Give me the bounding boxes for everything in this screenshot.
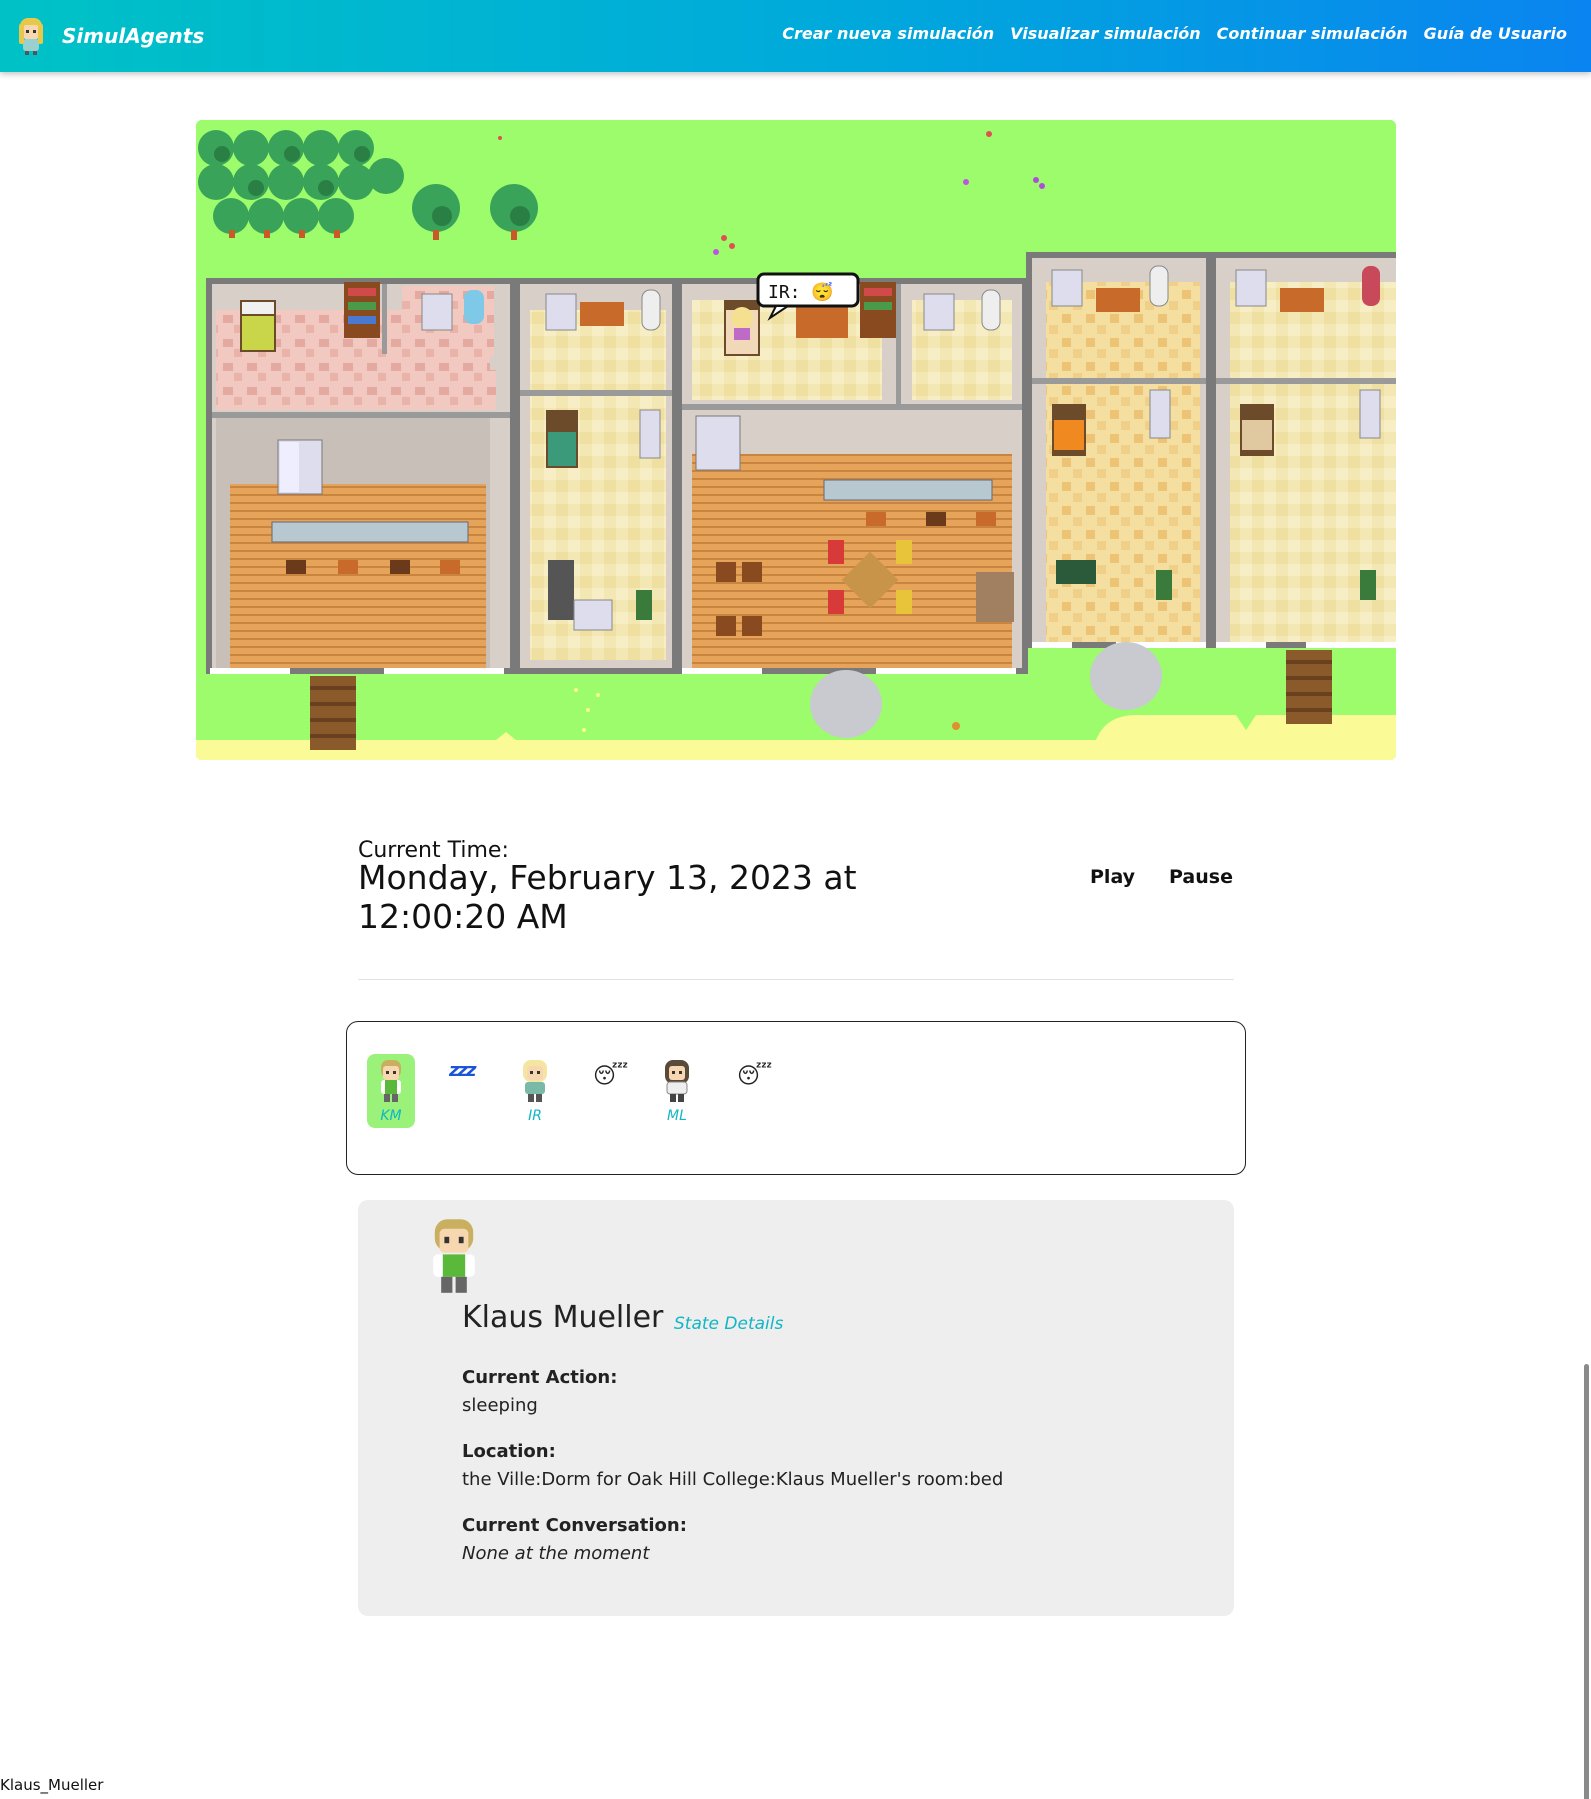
nav-link-guide[interactable]: Guía de Usuario — [1424, 24, 1567, 43]
building-1 — [206, 278, 516, 674]
brand-logo-icon — [19, 18, 43, 55]
detail-avatar-icon — [433, 1219, 475, 1293]
current-action-value: sleeping — [462, 1395, 538, 1416]
state-details-link[interactable]: State Details — [674, 1314, 783, 1334]
simulation-map[interactable]: IR: 😴 — [196, 120, 1396, 760]
brand[interactable]: SimulAgents — [14, 14, 204, 58]
nav-link-create[interactable]: Crear nueva simulación — [782, 24, 994, 43]
persona-detail-card: Klaus Mueller State Details Current Acti… — [358, 1200, 1234, 1616]
sleeping-emoji-icon: 😴 — [593, 1064, 629, 1089]
persona-initials: IR — [528, 1108, 542, 1124]
current-time: Current Time: Monday, February 13, 2023 … — [358, 838, 978, 936]
footer-persona-id: Klaus_Mueller — [0, 1776, 104, 1794]
sleeping-emoji-icon: 😴 — [737, 1064, 773, 1089]
persona-initials: KM — [380, 1108, 402, 1124]
scrollbar[interactable] — [1583, 72, 1591, 1799]
persona-km[interactable]: KM — [367, 1054, 415, 1128]
conversation-field: Current Conversation: None at the moment — [462, 1512, 687, 1568]
sleep-zzz-icon: zzz — [449, 1060, 476, 1081]
persona-list: KM zzz IR 😴 ML 😴 — [346, 1021, 1246, 1175]
current-action-label: Current Action: — [462, 1367, 618, 1388]
conversation-value: None at the moment — [462, 1543, 650, 1564]
location-value: the Ville:Dorm for Oak Hill College:Klau… — [462, 1469, 1004, 1490]
avatar-ml-icon — [665, 1060, 689, 1102]
map-canvas: IR: 😴 — [196, 120, 1396, 760]
persona-ir[interactable]: IR — [511, 1054, 559, 1128]
conversation-label: Current Conversation: — [462, 1515, 687, 1536]
building-4 — [1026, 252, 1212, 648]
current-time-value: Monday, February 13, 2023 at 12:00:20 AM — [358, 858, 857, 936]
pause-button[interactable]: Pause — [1169, 866, 1233, 888]
location-label: Location: — [462, 1441, 556, 1462]
building-3 — [676, 278, 1028, 674]
location-field: Location: the Ville:Dorm for Oak Hill Co… — [462, 1438, 1003, 1494]
nav-link-visualize[interactable]: Visualizar simulación — [1010, 24, 1201, 43]
persona-ml[interactable]: ML — [653, 1054, 701, 1128]
persona-name: Klaus Mueller — [462, 1300, 664, 1335]
current-action-field: Current Action: sleeping — [462, 1364, 617, 1420]
building-5 — [1210, 252, 1396, 648]
building-2 — [514, 278, 678, 674]
brand-name: SimulAgents — [62, 24, 205, 48]
top-navbar: SimulAgents Crear nueva simulación Visua… — [0, 0, 1591, 72]
nav-link-continue[interactable]: Continuar simulación — [1217, 24, 1408, 43]
avatar-km-icon — [381, 1060, 401, 1102]
avatar-ir-icon — [523, 1060, 547, 1102]
persona-initials: ML — [667, 1108, 687, 1124]
play-button[interactable]: Play — [1090, 866, 1135, 888]
speech-bubble-text: IR: 😴 — [768, 281, 834, 303]
divider — [358, 979, 1234, 980]
nav-links: Crear nueva simulación Visualizar simula… — [782, 24, 1567, 43]
scrollbar-thumb[interactable] — [1584, 1364, 1589, 1799]
